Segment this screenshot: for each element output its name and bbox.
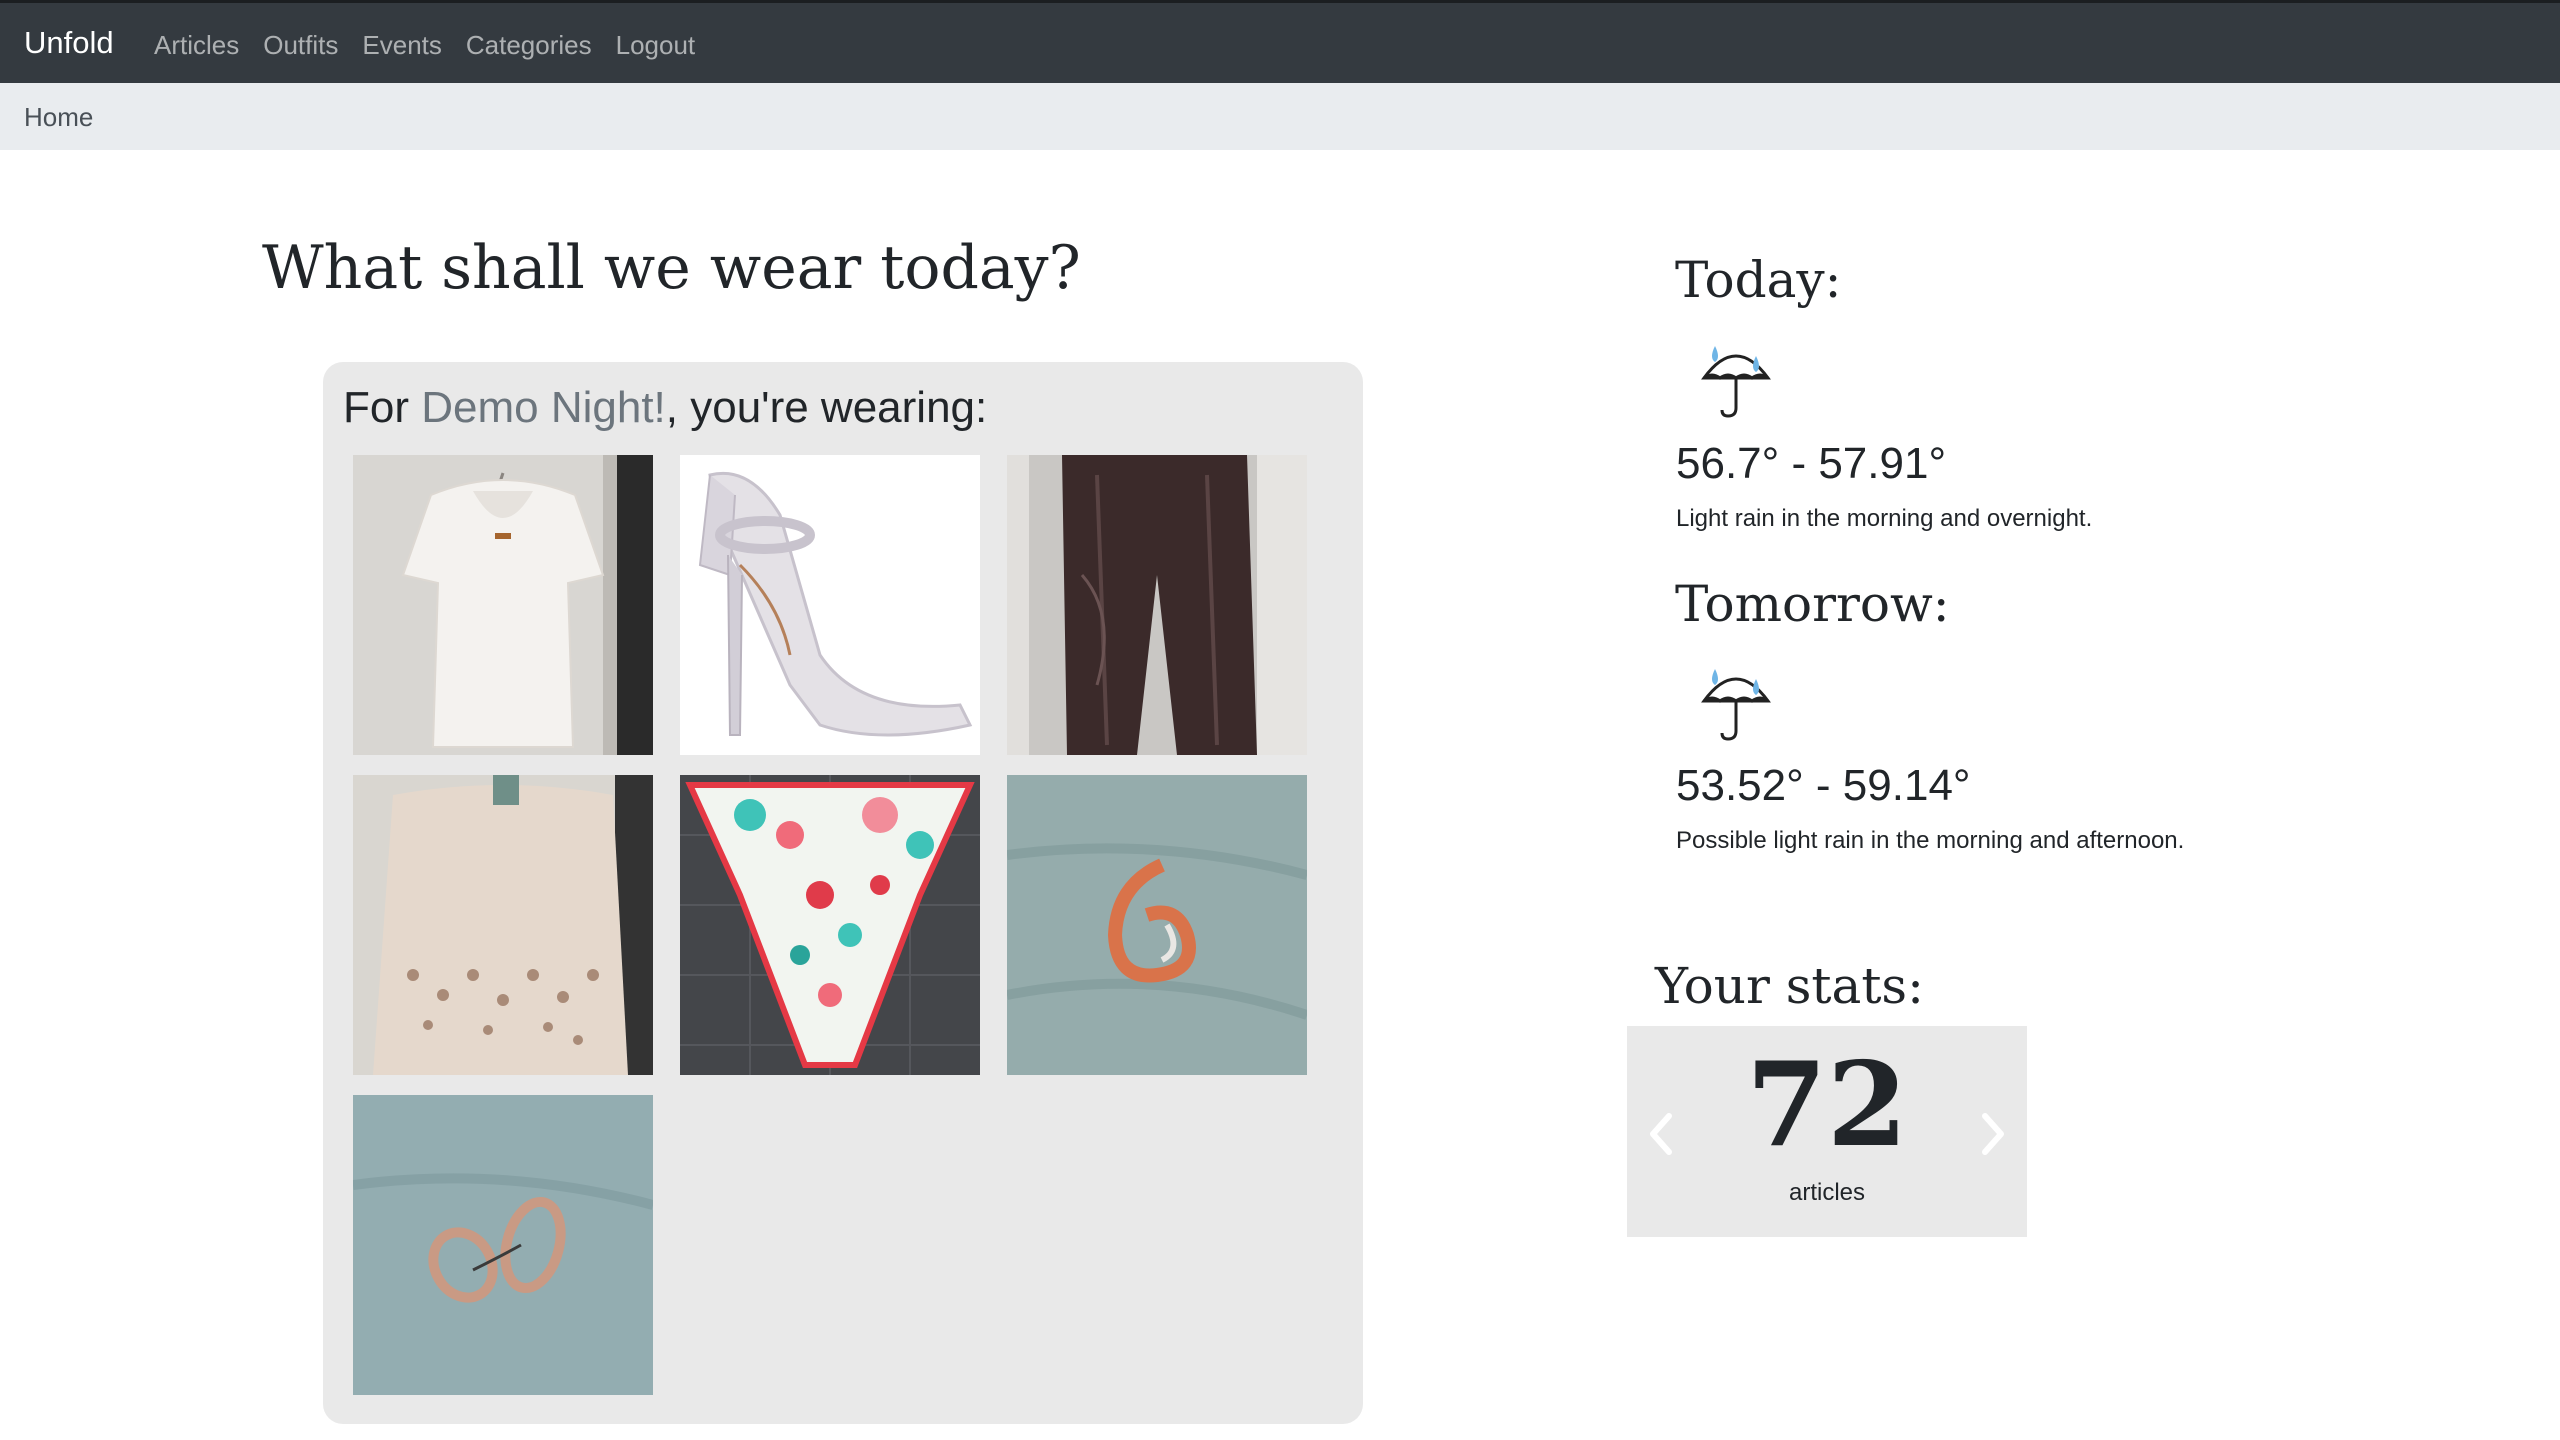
- nav-articles[interactable]: Articles: [154, 30, 239, 60]
- white-blouse-photo-icon: [353, 455, 653, 755]
- today-temperature: 56.7° - 57.91°: [1676, 439, 1947, 488]
- nav-logout[interactable]: Logout: [616, 30, 696, 60]
- tomorrow-summary: Possible light rain in the morning and a…: [1676, 827, 2185, 854]
- breadcrumb-home: Home: [24, 102, 94, 132]
- article-lace-cardigan[interactable]: [353, 775, 653, 1075]
- tomorrow-temperature: 53.52° - 59.14°: [1676, 761, 1971, 810]
- brand-logo[interactable]: Unfold: [24, 25, 114, 61]
- nav-links: Articles Outfits Events Categories Logou…: [154, 30, 719, 60]
- today-summary: Light rain in the morning and overnight.: [1676, 505, 2093, 532]
- lace-cardigan-photo-icon: [353, 775, 653, 1075]
- stats-value: 72: [1746, 1037, 1908, 1173]
- article-white-blouse[interactable]: [353, 455, 653, 755]
- nav-events[interactable]: Events: [362, 30, 442, 60]
- article-floral-scarf[interactable]: [680, 775, 980, 1075]
- event-link[interactable]: Demo Night!: [421, 383, 666, 432]
- breadcrumb: Home: [0, 83, 2560, 150]
- rain-umbrella-icon: [1701, 669, 1771, 741]
- nav-categories[interactable]: Categories: [466, 30, 592, 60]
- leather-pants-photo-icon: [1007, 455, 1307, 755]
- earrings-photo-icon: [353, 1095, 653, 1395]
- stats-heading: Your stats:: [1655, 957, 1924, 1015]
- outfit-heading-suffix: , you're wearing:: [665, 383, 988, 432]
- weather-today-heading: Today:: [1675, 251, 1842, 309]
- brooch-photo-icon: [1007, 775, 1307, 1075]
- article-earrings[interactable]: [353, 1095, 653, 1395]
- chevron-right-icon: [1982, 1113, 2004, 1155]
- outfit-heading: For Demo Night!, you're wearing:: [343, 380, 987, 436]
- article-brooch[interactable]: [1007, 775, 1307, 1075]
- stats-label: articles: [1788, 1179, 1866, 1206]
- top-navbar: Unfold Articles Outfits Events Categorie…: [0, 0, 2560, 83]
- outfit-article-grid: [353, 455, 1307, 1395]
- page-title: What shall we wear today?: [262, 233, 1081, 303]
- carousel-next-button[interactable]: [1973, 1106, 2013, 1162]
- nav-outfits[interactable]: Outfits: [263, 30, 338, 60]
- article-leather-pants[interactable]: [1007, 455, 1307, 755]
- article-silver-heels[interactable]: [680, 455, 980, 755]
- weather-tomorrow-heading: Tomorrow:: [1675, 575, 1950, 633]
- silver-heels-photo-icon: [680, 455, 980, 755]
- rain-umbrella-icon: [1701, 346, 1771, 418]
- outfit-card: For Demo Night!, you're wearing:: [323, 362, 1363, 1424]
- outfit-heading-prefix: For: [343, 383, 422, 432]
- floral-scarf-photo-icon: [680, 775, 980, 1075]
- stats-carousel: 72 articles: [1627, 1026, 2027, 1237]
